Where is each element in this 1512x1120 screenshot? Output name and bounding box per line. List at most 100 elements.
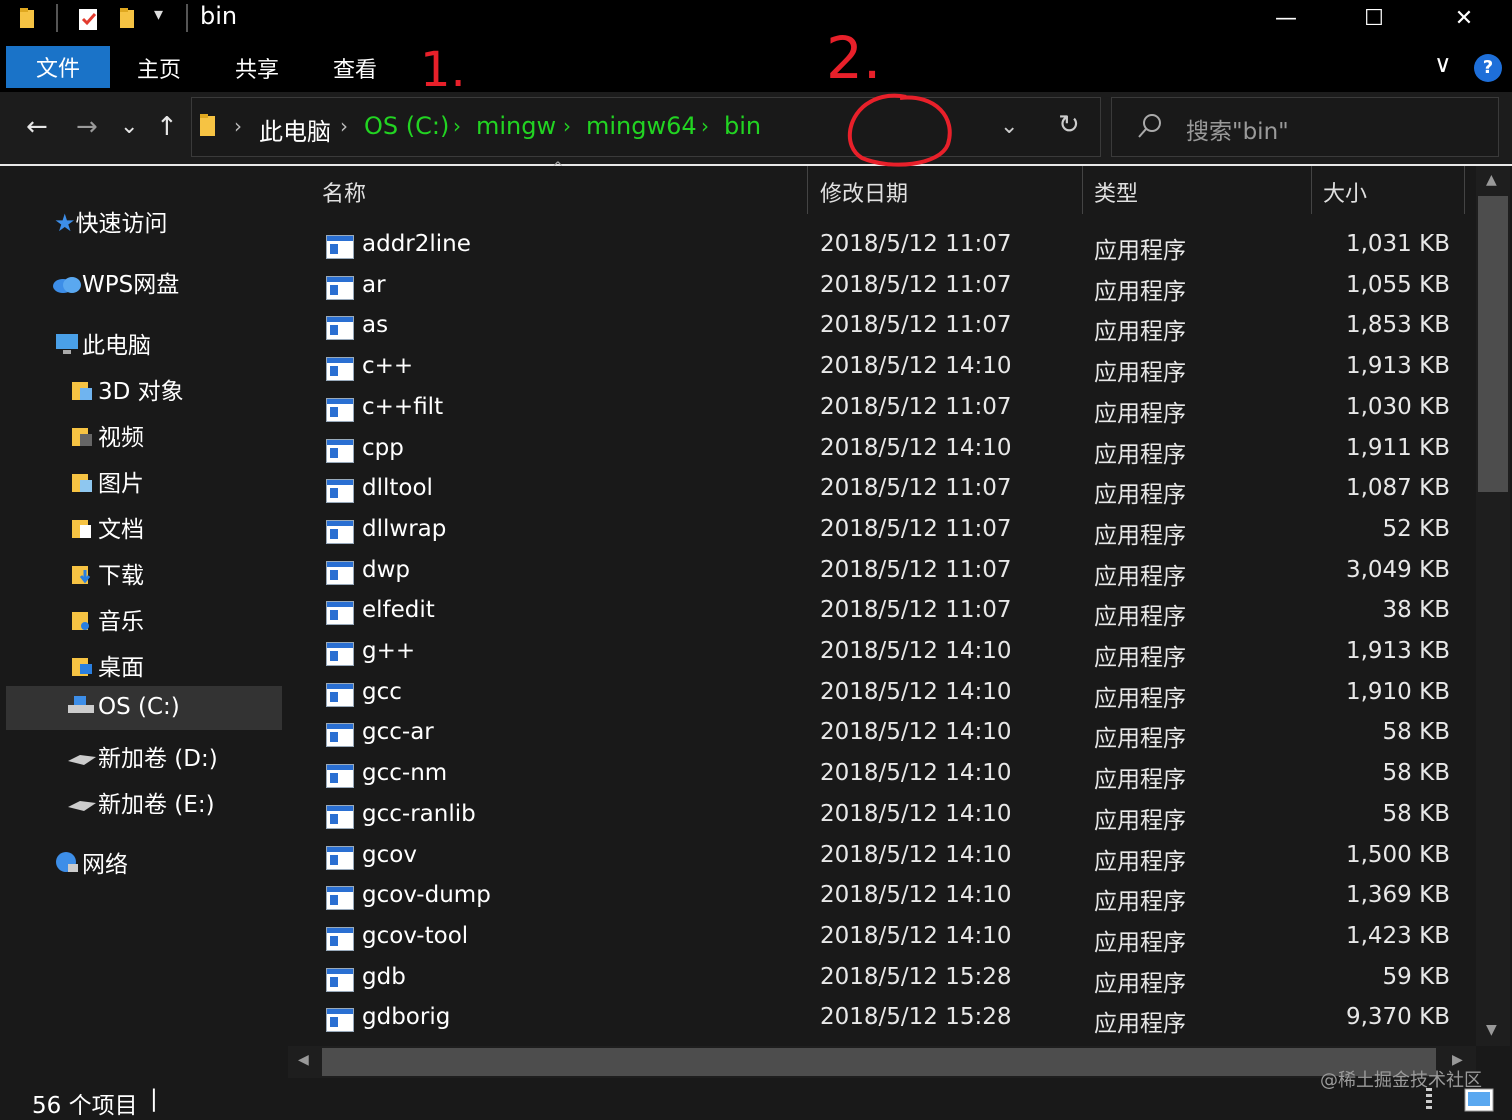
scroll-up-icon[interactable]: ▲: [1486, 172, 1497, 188]
file-name: gcc-nm: [362, 760, 448, 787]
file-name: gcov-dump: [362, 882, 491, 909]
file-row[interactable]: gcc-ranlib 2018/5/12 14:10 应用程序 58 KB: [286, 797, 1476, 837]
column-divider[interactable]: [807, 166, 808, 214]
folder-downloads-icon: [72, 566, 91, 584]
refresh-icon[interactable]: ↻: [1058, 110, 1080, 140]
file-row[interactable]: ar 2018/5/12 11:07 应用程序 1,055 KB: [286, 268, 1476, 308]
file-row[interactable]: dllwrap 2018/5/12 11:07 应用程序 52 KB: [286, 512, 1476, 552]
file-row[interactable]: gcov-dump 2018/5/12 14:10 应用程序 1,369 KB: [286, 878, 1476, 918]
file-row[interactable]: elfedit 2018/5/12 11:07 应用程序 38 KB: [286, 593, 1476, 633]
breadcrumb-separator[interactable]: ›: [453, 114, 461, 138]
breadcrumb-separator[interactable]: ›: [340, 114, 348, 138]
file-row[interactable]: gdb 2018/5/12 15:28 应用程序 59 KB: [286, 960, 1476, 1000]
file-date: 2018/5/12 11:07: [820, 597, 1012, 624]
folder-pictures-icon: [72, 474, 92, 492]
details-view-icon[interactable]: [1426, 1088, 1432, 1112]
column-header-size[interactable]: 大小: [1323, 176, 1367, 208]
file-date: 2018/5/12 14:10: [820, 922, 1012, 949]
file-row[interactable]: dlltool 2018/5/12 11:07 应用程序 1,087 KB: [286, 471, 1476, 511]
sidebar-item-this-pc[interactable]: 此电脑: [54, 326, 151, 360]
back-button[interactable]: ←: [26, 112, 48, 142]
file-type: 应用程序: [1094, 238, 1186, 264]
search-input[interactable]: 搜索"bin": [1186, 112, 1289, 146]
sidebar-item-documents[interactable]: 文档: [70, 510, 144, 544]
breadcrumb-separator[interactable]: ›: [701, 114, 709, 138]
file-date: 2018/5/12 15:28: [820, 963, 1012, 990]
file-date: 2018/5/12 14:10: [820, 434, 1012, 461]
up-button[interactable]: ↑: [156, 112, 178, 142]
help-button[interactable]: ?: [1474, 54, 1502, 82]
application-icon: [326, 642, 354, 666]
breadcrumb-separator[interactable]: ›: [563, 114, 571, 138]
large-icons-view-icon[interactable]: [1464, 1088, 1494, 1112]
history-dropdown-icon[interactable]: ⌄: [1000, 114, 1018, 139]
file-row[interactable]: gdborig 2018/5/12 15:28 应用程序 9,370 KB: [286, 1000, 1476, 1040]
file-row[interactable]: gcov 2018/5/12 14:10 应用程序 1,500 KB: [286, 838, 1476, 878]
sidebar-item-desktop[interactable]: 桌面: [70, 648, 144, 682]
search-icon: [1138, 114, 1161, 138]
new-folder-icon[interactable]: [118, 6, 138, 30]
sidebar-item-videos[interactable]: 视频: [70, 418, 144, 452]
column-header-date[interactable]: 修改日期: [820, 176, 908, 208]
forward-button[interactable]: →: [76, 112, 98, 142]
sidebar-item-os-c[interactable]: OS (C:): [66, 693, 180, 720]
file-name: c++: [362, 353, 414, 380]
column-divider[interactable]: [1311, 166, 1312, 214]
column-divider[interactable]: [1464, 166, 1465, 214]
file-row[interactable]: as 2018/5/12 11:07 应用程序 1,853 KB: [286, 308, 1476, 348]
minimize-button[interactable]: —: [1242, 0, 1330, 36]
column-header-name[interactable]: 名称: [322, 176, 366, 208]
sidebar-item-downloads[interactable]: 下载: [70, 556, 144, 590]
watermark: @稀土掘金技术社区: [1320, 1070, 1482, 1091]
sidebar-item-quick-access[interactable]: ★快速访问: [54, 204, 168, 238]
column-divider[interactable]: [1082, 166, 1083, 214]
breadcrumb-os-c[interactable]: OS (C:): [364, 112, 449, 140]
sidebar-item-wps-cloud[interactable]: WPS网盘: [52, 265, 179, 299]
tab-file[interactable]: 文件: [6, 46, 110, 88]
sidebar-item-drive-e[interactable]: 新加卷 (E:): [66, 785, 215, 819]
scroll-down-icon[interactable]: ▼: [1486, 1022, 1497, 1038]
horizontal-scroll-thumb[interactable]: [322, 1048, 1436, 1076]
star-icon: ★: [54, 209, 76, 237]
file-row[interactable]: g++ 2018/5/12 14:10 应用程序 1,913 KB: [286, 634, 1476, 674]
breadcrumb-mingw64[interactable]: mingw64: [586, 112, 697, 140]
file-row[interactable]: gcc-nm 2018/5/12 14:10 应用程序 58 KB: [286, 756, 1476, 796]
file-size: 1,031 KB: [1345, 231, 1450, 257]
ribbon-collapse-icon[interactable]: ∨: [1434, 50, 1452, 78]
sidebar-item-music[interactable]: 音乐: [70, 602, 144, 636]
close-button[interactable]: ✕: [1420, 0, 1508, 36]
tab-home[interactable]: 主页: [137, 52, 181, 84]
file-row[interactable]: gcov-tool 2018/5/12 14:10 应用程序 1,423 KB: [286, 919, 1476, 959]
column-header-type[interactable]: 类型: [1094, 176, 1138, 208]
tab-view[interactable]: 查看: [333, 52, 377, 84]
file-row[interactable]: dwp 2018/5/12 11:07 应用程序 3,049 KB: [286, 553, 1476, 593]
network-icon: [56, 852, 78, 872]
sidebar-item-3d-objects[interactable]: 3D 对象: [70, 372, 184, 406]
application-icon: [326, 601, 354, 626]
file-row[interactable]: c++filt 2018/5/12 11:07 应用程序 1,030 KB: [286, 390, 1476, 430]
file-row[interactable]: gcc-ar 2018/5/12 14:10 应用程序 58 KB: [286, 715, 1476, 755]
tab-share[interactable]: 共享: [235, 52, 279, 84]
breadcrumb-bin[interactable]: bin: [724, 112, 761, 140]
sidebar-item-pictures[interactable]: 图片: [70, 464, 144, 498]
sidebar-item-drive-d[interactable]: 新加卷 (D:): [66, 739, 218, 773]
properties-icon[interactable]: [78, 6, 98, 30]
quick-access-dropdown-icon[interactable]: ▾: [154, 4, 163, 25]
sidebar-item-label: 网络: [82, 852, 128, 878]
file-row[interactable]: gcc 2018/5/12 14:10 应用程序 1,910 KB: [286, 675, 1476, 715]
file-size: 38 KB: [1382, 597, 1450, 624]
scroll-left-icon[interactable]: ◀: [298, 1052, 309, 1068]
vertical-scroll-thumb[interactable]: [1478, 196, 1508, 492]
file-row[interactable]: cpp 2018/5/12 14:10 应用程序 1,911 KB: [286, 431, 1476, 471]
search-box[interactable]: [1111, 97, 1499, 157]
recent-locations-button[interactable]: ⌄: [120, 114, 138, 139]
annotation-mark-1: 1.: [420, 42, 466, 98]
file-row[interactable]: c++ 2018/5/12 14:10 应用程序 1,913 KB: [286, 349, 1476, 389]
sidebar-item-label: 3D 对象: [98, 379, 184, 405]
breadcrumb-separator[interactable]: ›: [234, 114, 242, 138]
maximize-button[interactable]: ☐: [1330, 0, 1418, 36]
file-row[interactable]: addr2line 2018/5/12 11:07 应用程序 1,031 KB: [286, 227, 1476, 267]
breadcrumb-this-pc[interactable]: 此电脑: [259, 112, 331, 147]
breadcrumb-mingw[interactable]: mingw: [476, 112, 556, 140]
sidebar-item-network[interactable]: 网络: [52, 845, 128, 879]
